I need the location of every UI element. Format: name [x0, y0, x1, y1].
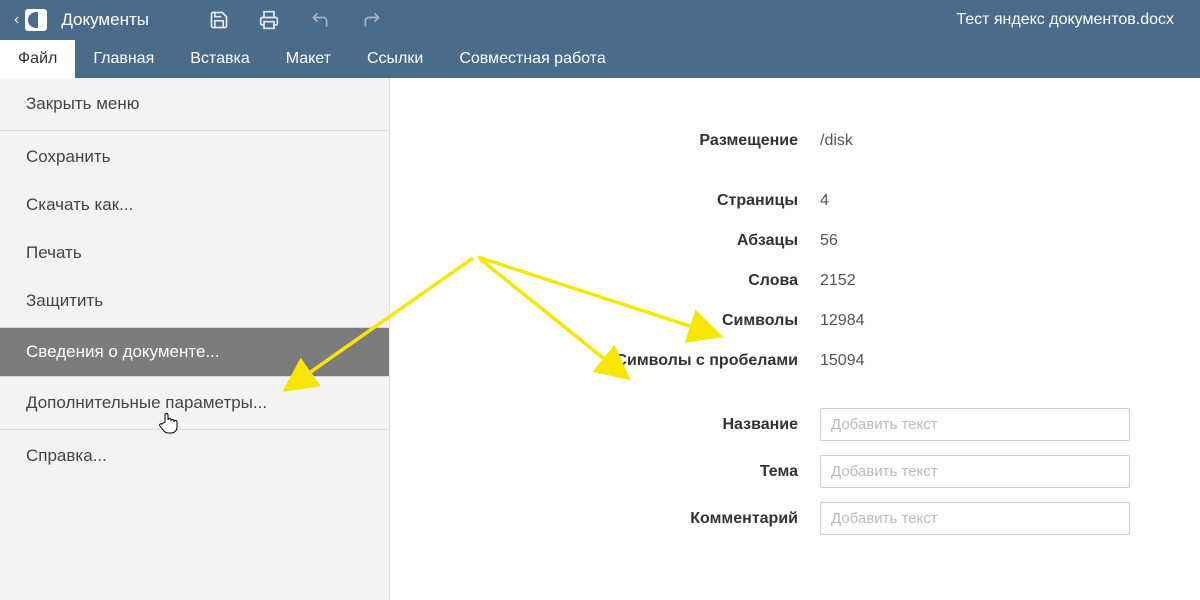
value-chars-spaces: 15094 [820, 352, 865, 370]
save-icon[interactable] [209, 10, 229, 30]
menu-document-info[interactable]: Сведения о документе... [0, 328, 389, 376]
tab-layout[interactable]: Макет [268, 40, 349, 78]
tab-references[interactable]: Ссылки [349, 40, 441, 78]
label-chars: Символы [420, 312, 820, 330]
value-paragraphs: 56 [820, 232, 838, 250]
menu-print[interactable]: Печать [0, 229, 389, 277]
titlebar: ‹ Документы Тест яндекс документов.docx [0, 0, 1200, 40]
tab-file[interactable]: Файл [0, 40, 75, 78]
input-comment[interactable] [820, 502, 1130, 535]
menu-help[interactable]: Справка... [0, 432, 389, 480]
back-chevron-icon[interactable]: ‹ [14, 11, 19, 29]
label-comment: Комментарий [420, 510, 820, 528]
document-name: Тест яндекс документов.docx [956, 11, 1186, 29]
tab-collab[interactable]: Совместная работа [441, 40, 623, 78]
value-location: /disk [820, 132, 853, 150]
redo-icon[interactable] [361, 10, 383, 30]
undo-icon[interactable] [309, 10, 331, 30]
value-words: 2152 [820, 272, 856, 290]
tab-home[interactable]: Главная [75, 40, 172, 78]
value-chars: 12984 [820, 312, 865, 330]
label-subject: Тема [420, 463, 820, 481]
input-subject[interactable] [820, 455, 1130, 488]
value-pages: 4 [820, 192, 829, 210]
tab-insert[interactable]: Вставка [172, 40, 267, 78]
menu-save[interactable]: Сохранить [0, 133, 389, 181]
label-chars-spaces: Символы с пробелами [420, 352, 820, 370]
menu-advanced[interactable]: Дополнительные параметры... [0, 379, 389, 427]
print-icon[interactable] [259, 10, 279, 30]
label-words: Слова [420, 272, 820, 290]
document-info-panel: Размещение /disk Страницы 4 Абзацы 56 Сл… [390, 78, 1200, 600]
menu-protect[interactable]: Защитить [0, 277, 389, 325]
input-title[interactable] [820, 408, 1130, 441]
app-name: Документы [61, 10, 149, 30]
menubar: Файл Главная Вставка Макет Ссылки Совмес… [0, 40, 1200, 78]
cursor-hand-icon [158, 410, 180, 438]
menu-close[interactable]: Закрыть меню [0, 80, 389, 128]
label-paragraphs: Абзацы [420, 232, 820, 250]
label-location: Размещение [420, 132, 820, 150]
app-logo-icon [25, 9, 47, 31]
label-pages: Страницы [420, 192, 820, 210]
file-menu-sidebar: Закрыть меню Сохранить Скачать как... Пе… [0, 78, 390, 600]
label-title: Название [420, 416, 820, 434]
menu-download-as[interactable]: Скачать как... [0, 181, 389, 229]
